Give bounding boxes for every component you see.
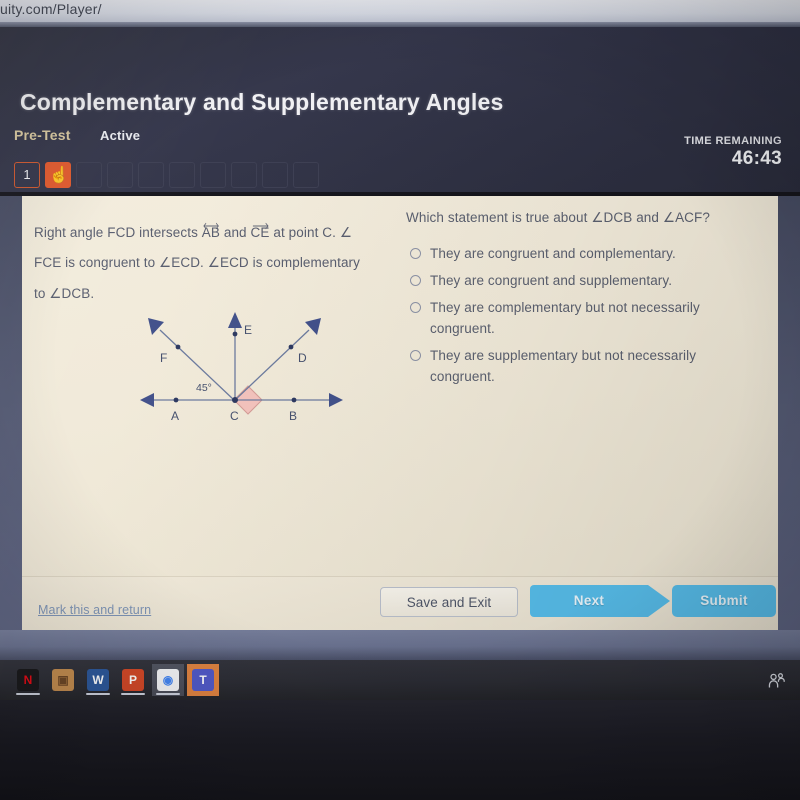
answer-choice-a[interactable]: They are congruent and complementary. <box>410 244 760 265</box>
question-nav-item-10[interactable] <box>293 162 319 188</box>
taskbar-item-chrome[interactable]: ◉ <box>152 664 184 696</box>
ray-ce: CE <box>250 222 270 240</box>
question-nav-item-4[interactable] <box>107 162 133 188</box>
point-label-f: F <box>160 351 167 365</box>
point-label-e: E <box>244 323 252 337</box>
answer-choices[interactable]: They are congruent and complementary. The… <box>410 244 760 394</box>
question-nav-item-8[interactable] <box>231 162 257 188</box>
point-label-a: A <box>171 409 179 423</box>
point-dot-c <box>232 397 238 403</box>
question-nav-item-3[interactable] <box>76 162 102 188</box>
stem-ab-text: AB <box>201 225 220 240</box>
browser-url-bar[interactable]: uity.com/Player/ <box>0 0 800 22</box>
teams-icon: T <box>192 669 214 691</box>
question-nav-item-7[interactable] <box>200 162 226 188</box>
answer-choice-label-d: They are supplementary but not necessari… <box>430 347 697 384</box>
url-text: uity.com/Player/ <box>0 1 102 17</box>
tab-active[interactable]: Active <box>100 128 140 143</box>
save-and-exit-button[interactable]: Save and Exit <box>380 587 518 617</box>
arrowhead-b <box>329 393 343 407</box>
question-nav-item-1[interactable]: 1 <box>14 162 40 188</box>
minecraft-icon: ▣ <box>52 669 74 691</box>
time-remaining-block: TIME REMAINING 46:43 <box>684 135 782 170</box>
point-dot-f <box>175 344 181 350</box>
stem-part-mid: and <box>219 225 251 240</box>
answer-choice-c[interactable]: They are complementary but not necessari… <box>410 298 760 340</box>
segment-ab: AB <box>201 222 220 240</box>
question-card: Right angle FCD intersects AB and CE at … <box>22 196 778 576</box>
netflix-icon: N <box>17 669 39 691</box>
radio-button-b[interactable] <box>410 274 421 286</box>
arrowhead-a <box>140 393 154 407</box>
arrowhead-f <box>148 318 164 335</box>
taskbar-running-indicator <box>121 693 145 695</box>
laptop-screen: uity.com/Player/ Complementary and Suppl… <box>0 0 800 700</box>
answer-choice-label-a: They are congruent and complementary. <box>430 246 676 261</box>
stem-part-1: Right angle FCD intersects <box>34 225 202 240</box>
radio-button-d[interactable] <box>410 349 421 361</box>
powerpoint-icon: P <box>122 669 144 691</box>
card-footer: Mark this and return Save and Exit Next … <box>22 576 778 631</box>
stem-part-2: at point C. ∠ <box>269 225 353 240</box>
taskbar-item-minecraft[interactable]: ▣ <box>47 664 79 696</box>
angle-measure-label: 45° <box>196 382 212 394</box>
taskbar-item-powerpoint[interactable]: P <box>117 664 149 696</box>
question-nav-marked[interactable]: ☝ <box>45 162 71 188</box>
point-dot-b <box>291 397 297 403</box>
time-remaining-label: TIME REMAINING <box>684 135 782 147</box>
people-icon[interactable] <box>766 672 786 690</box>
point-dot-a <box>173 397 179 403</box>
angle-diagram: F E D A C B 45° <box>140 312 343 423</box>
taskbar-item-teams[interactable]: T <box>187 664 219 696</box>
point-label-d: D <box>298 351 307 365</box>
answer-choice-label-c: They are complementary but not necessari… <box>430 299 700 336</box>
word-icon: W <box>87 669 109 691</box>
question-nav-item-5[interactable] <box>138 162 164 188</box>
question-stem: Right angle FCD intersects AB and CE at … <box>34 218 404 309</box>
arrowhead-d <box>305 318 321 335</box>
question-nav-item-9[interactable] <box>262 162 288 188</box>
stem-line-2: FCE is congruent to ∠ECD. ∠ECD is comple… <box>34 255 361 271</box>
answer-choice-b[interactable]: They are congruent and supplementary. <box>410 271 760 292</box>
answer-choice-d[interactable]: They are supplementary but not necessari… <box>410 346 760 388</box>
arrowhead-e <box>228 312 242 328</box>
stem-line-3: to ∠DCB. <box>34 285 95 301</box>
point-label-c: C <box>230 409 239 423</box>
desktop-left-margin <box>0 196 22 630</box>
desktop-wallpaper-band <box>0 630 800 660</box>
submit-button[interactable]: Submit <box>672 585 776 617</box>
taskbar-item-netflix[interactable]: N <box>12 664 44 696</box>
windows-taskbar[interactable]: N ▣ W P ◉ T <box>0 660 800 700</box>
answer-choice-label-b: They are congruent and supplementary. <box>430 272 673 288</box>
laptop-bezel: hp <box>0 700 800 800</box>
stem-ce-text: CE <box>250 225 270 240</box>
next-button-arrow-icon[interactable] <box>648 585 670 617</box>
point-dot-d <box>288 344 294 350</box>
laptop-photo: uity.com/Player/ Complementary and Suppl… <box>0 0 800 800</box>
question-prompt: Which statement is true about ∠DCB and ∠… <box>406 210 710 225</box>
taskbar-running-indicator <box>86 693 110 695</box>
app-header: Complementary and Supplementary Angles P… <box>0 27 800 192</box>
chrome-icon: ◉ <box>157 669 179 691</box>
point-dot-e <box>232 331 238 337</box>
mark-this-and-return-link[interactable]: Mark this and return <box>38 603 151 617</box>
pointing-hand-icon: ☝ <box>49 167 69 184</box>
tab-pre-test[interactable]: Pre-Test <box>14 127 71 143</box>
question-nav-item-6[interactable] <box>169 162 195 188</box>
taskbar-item-word[interactable]: W <box>82 664 114 696</box>
desktop-right-margin <box>778 196 800 630</box>
time-remaining-value: 46:43 <box>731 148 782 169</box>
point-label-b: B <box>289 409 297 423</box>
taskbar-running-indicator <box>156 693 180 695</box>
radio-button-c[interactable] <box>410 301 421 313</box>
page-title: Complementary and Supplementary Angles <box>20 89 504 115</box>
next-button[interactable]: Next <box>530 585 648 617</box>
radio-button-a[interactable] <box>410 248 421 259</box>
taskbar-running-indicator <box>16 693 40 695</box>
ray-cd <box>234 329 310 401</box>
question-navigation[interactable]: 1 ☝ <box>14 160 319 190</box>
